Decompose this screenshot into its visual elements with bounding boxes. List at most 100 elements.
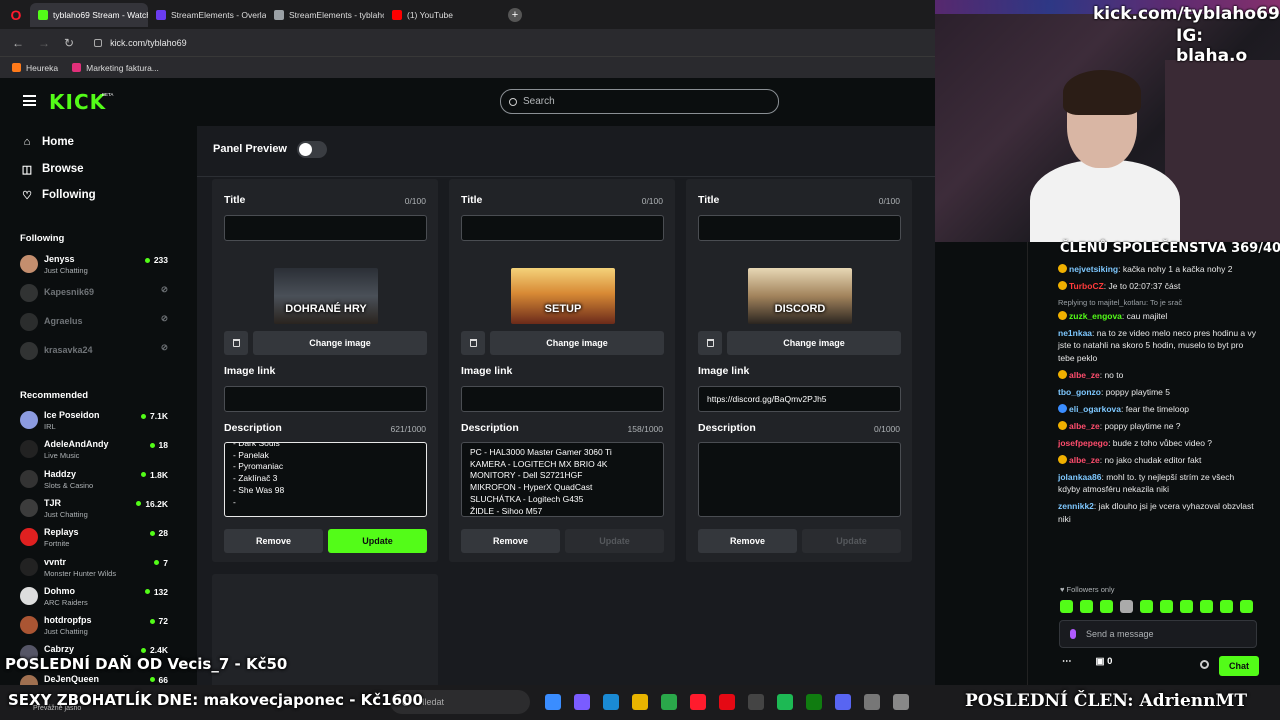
title-input[interactable]	[224, 215, 427, 241]
image-link-input[interactable]	[224, 386, 427, 412]
change-image-button[interactable]: Change image	[253, 331, 427, 355]
sidebar-item-home[interactable]: ⌂ Home	[21, 136, 74, 148]
search-input[interactable]: Search	[500, 89, 779, 114]
sidebar-channel[interactable]: Dohmo ARC Raiders 132	[20, 584, 168, 610]
change-image-button[interactable]: Change image	[727, 331, 901, 355]
chat-username[interactable]: albe_ze	[1069, 370, 1100, 380]
panel-preview-toggle[interactable]	[297, 141, 327, 158]
chat-username[interactable]: tbo_gonzo	[1058, 387, 1101, 397]
forward-icon[interactable]: →	[38, 36, 50, 50]
notification-off-icon[interactable]: ⊘	[161, 342, 168, 353]
gear-icon[interactable]	[1200, 660, 1209, 669]
emote-icon[interactable]	[1060, 600, 1073, 613]
taskbar-app-icon[interactable]	[603, 694, 619, 710]
reload-icon[interactable]: ↻	[64, 36, 74, 50]
taskbar-app-icon[interactable]	[574, 694, 590, 710]
taskbar-app-icon[interactable]	[545, 694, 561, 710]
back-icon[interactable]: ←	[12, 36, 24, 50]
new-tab-button[interactable]: +	[508, 7, 522, 22]
points-icon[interactable]: ⋯	[1062, 656, 1072, 667]
taskbar-app-icon[interactable]	[661, 694, 677, 710]
sidebar-channel[interactable]: Jenyss Just Chatting 233	[20, 252, 168, 278]
title-input[interactable]	[698, 215, 901, 241]
browser-tab[interactable]: (1) YouTube	[384, 3, 502, 27]
panel-image-text: DOHRANÉ HRY	[285, 303, 367, 315]
chat-username[interactable]: zennikk2	[1058, 501, 1094, 511]
delete-image-button[interactable]	[698, 331, 722, 355]
taskbar-app-icon[interactable]	[690, 694, 706, 710]
emote-icon[interactable]	[1120, 600, 1133, 613]
mic-icon[interactable]	[1070, 629, 1076, 639]
emote-icon[interactable]	[1180, 600, 1193, 613]
emote-icon[interactable]	[1240, 600, 1253, 613]
sidebar-channel[interactable]: Haddzy Slots & Casino 1.8K	[20, 467, 168, 493]
emote-icon[interactable]	[1080, 600, 1093, 613]
sidebar-channel[interactable]: Replays Fortnite 28	[20, 525, 168, 551]
description-line: - Panelak	[233, 449, 269, 460]
chat-username[interactable]: eli_ogarkova	[1069, 404, 1121, 414]
sidebar: ⌂ Home ◫ Browse ♡ Following Following Re…	[0, 126, 197, 720]
sidebar-channel[interactable]: TJR Just Chatting 16.2K	[20, 496, 168, 522]
chat-username[interactable]: zuzk_engova	[1069, 311, 1122, 321]
sidebar-channel[interactable]: Ice Poseidon IRL 7.1K	[20, 408, 168, 434]
chat-input[interactable]: Send a message	[1059, 620, 1257, 648]
sidebar-channel[interactable]: hotdropfps Just Chatting 72	[20, 613, 168, 639]
sidebar-channel[interactable]: Agraelus ⊘	[20, 310, 168, 336]
taskbar-app-icon[interactable]	[835, 694, 851, 710]
emote-icon[interactable]	[1220, 600, 1233, 613]
delete-image-button[interactable]	[461, 331, 485, 355]
emote-icon[interactable]	[1100, 600, 1113, 613]
remove-button[interactable]: Remove	[224, 529, 323, 553]
chat-username[interactable]: nejvetsiking	[1069, 264, 1118, 274]
opera-logo-icon[interactable]: O	[6, 5, 26, 25]
taskbar-app-icon[interactable]	[748, 694, 764, 710]
emote-icon[interactable]	[1140, 600, 1153, 613]
emote-icon[interactable]	[1200, 600, 1213, 613]
delete-image-button[interactable]	[224, 331, 248, 355]
browser-tab[interactable]: tyblaho69 Stream - Watch	[30, 2, 148, 27]
description-textarea[interactable]	[698, 442, 901, 517]
chat-username[interactable]: albe_ze	[1069, 421, 1100, 431]
taskbar-app-icon[interactable]	[632, 694, 648, 710]
address-bar[interactable]: kick.com/tyblaho69	[94, 38, 187, 48]
panel-editor: Panel Preview Title 0/100 DOHRANÉ HRY Chang…	[197, 126, 935, 720]
bookmark-item[interactable]: Heureka	[12, 63, 58, 73]
sidebar-channel[interactable]: krasavka24 ⊘	[20, 339, 168, 365]
bookmark-item[interactable]: Marketing faktura...	[72, 63, 159, 73]
taskbar-app-icon[interactable]	[893, 694, 909, 710]
chat-username[interactable]: ne1nkaa	[1058, 328, 1092, 338]
taskbar-app-icon[interactable]	[864, 694, 880, 710]
chat-username[interactable]: josefpepego	[1058, 438, 1108, 448]
image-link-input[interactable]	[461, 386, 664, 412]
update-button[interactable]: Update	[328, 529, 427, 553]
change-image-button[interactable]: Change image	[490, 331, 664, 355]
chat-username[interactable]: TurboCZ	[1069, 281, 1104, 291]
browser-tab[interactable]: StreamElements - tyblaho	[266, 3, 384, 27]
sidebar-channel[interactable]: vvntr Monster Hunter Wilds 7	[20, 555, 168, 581]
sidebar-channel[interactable]: AdeleAndAndy Live Music 18	[20, 437, 168, 463]
kick-logo[interactable]: KICK	[49, 90, 106, 114]
emote-icon[interactable]	[1160, 600, 1173, 613]
taskbar-app-icon[interactable]	[806, 694, 822, 710]
taskbar-app-icon[interactable]	[777, 694, 793, 710]
description-textarea[interactable]: PC - HAL3000 Master Gamer 3060 Ti KAMERA …	[461, 442, 664, 517]
title-input[interactable]	[461, 215, 664, 241]
browser-tab[interactable]: StreamElements - Overlay	[148, 3, 266, 27]
remove-button[interactable]: Remove	[461, 529, 560, 553]
overlay-ig: IG: blaha.o	[1176, 26, 1248, 66]
notification-off-icon[interactable]: ⊘	[161, 284, 168, 295]
sidebar-channel[interactable]: Kapesnik69 ⊘	[20, 281, 168, 307]
menu-icon[interactable]	[23, 95, 36, 106]
image-link-input[interactable]: https://discord.gg/BaQmv2PJh5	[698, 386, 901, 412]
description-textarea[interactable]: - Dark Souls - Panelak - Pyromaniac - Zaklí…	[224, 442, 427, 517]
chat-username[interactable]: albe_ze	[1069, 455, 1100, 465]
gift-count[interactable]: ▣ 0	[1096, 656, 1113, 667]
notification-off-icon[interactable]: ⊘	[161, 313, 168, 324]
sidebar-item-following[interactable]: ♡ Following	[21, 189, 96, 202]
taskbar-app-icon[interactable]	[719, 694, 735, 710]
viewer-count-value: 7.1K	[150, 411, 168, 421]
chat-send-button[interactable]: Chat	[1219, 656, 1259, 676]
remove-button[interactable]: Remove	[698, 529, 797, 553]
chat-username[interactable]: jolankaa86	[1058, 472, 1101, 482]
sidebar-item-browse[interactable]: ◫ Browse	[21, 163, 84, 176]
